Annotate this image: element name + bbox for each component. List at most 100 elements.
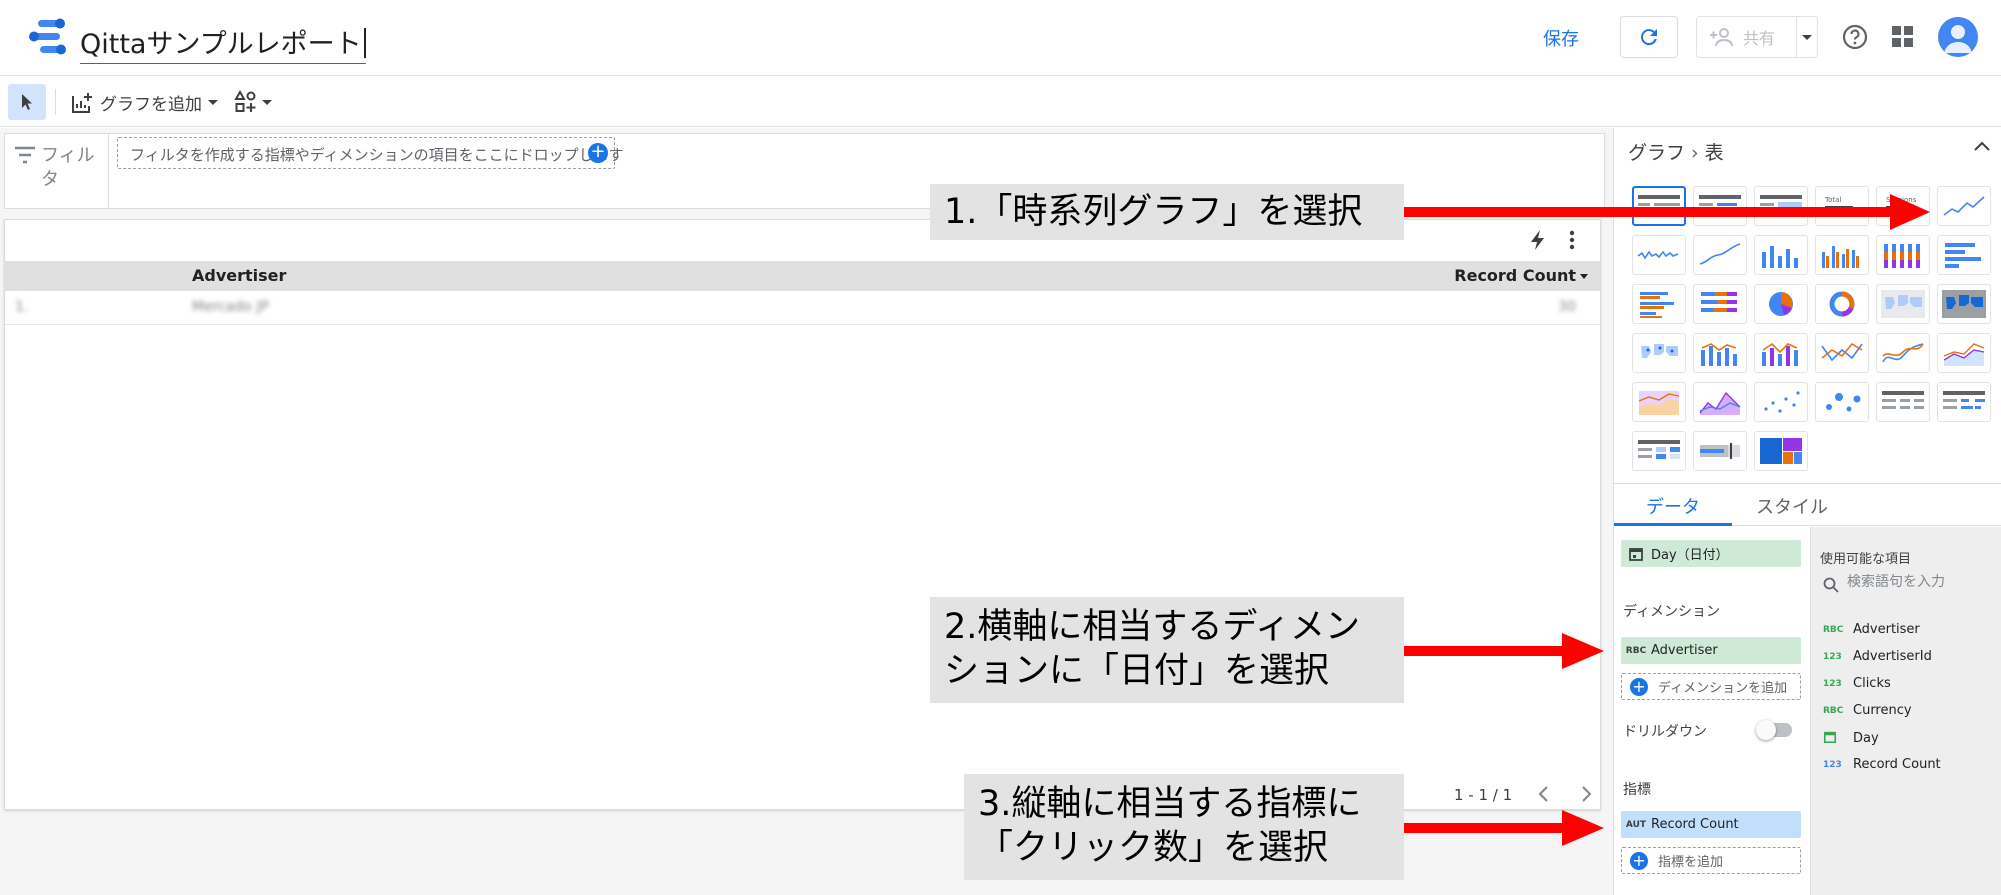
chart-type-bar[interactable] — [1937, 235, 1991, 275]
field-name: Clicks — [1853, 676, 1891, 691]
add-filter-icon[interactable]: + — [588, 143, 608, 163]
user-icon — [1944, 25, 1972, 53]
breadcrumb-chart[interactable]: グラフ — [1628, 142, 1685, 164]
add-chart-button[interactable]: グラフを追加 — [70, 90, 218, 115]
bolt-icon[interactable] — [1530, 230, 1546, 255]
tab-data[interactable]: データ — [1614, 484, 1732, 526]
chart-type-bubble[interactable] — [1815, 382, 1869, 422]
calendar-icon — [1823, 730, 1853, 747]
annotation-step-2-line-1: 2.横軸に相当するディメン — [944, 607, 1360, 647]
tab-style[interactable]: スタイル — [1732, 484, 1852, 526]
chart-type-area[interactable] — [1937, 333, 1991, 373]
app-header: Qittaサンプルレポート 保存 共有 — [0, 0, 2001, 76]
annotation-step-3-line-1: 3.縦軸に相当する指標に — [978, 784, 1362, 824]
chart-type-stacked-column[interactable] — [1876, 235, 1930, 275]
field-type: 123 — [1823, 651, 1842, 662]
column-header-record-count[interactable]: Record Count — [1454, 266, 1576, 285]
chart-type-pie[interactable] — [1754, 284, 1808, 324]
field-name: Advertiser — [1853, 622, 1920, 637]
chart-type-treemap[interactable] — [1754, 431, 1808, 471]
chart-type-geo-map-filled[interactable] — [1937, 284, 1991, 324]
date-range-dimension-label: Day（日付） — [1651, 548, 1729, 563]
cell-advertiser: Mercado JP — [192, 299, 269, 315]
share-dropdown[interactable] — [1797, 34, 1817, 40]
drilldown-toggle[interactable] — [1756, 720, 1792, 740]
chart-type-grouped-column[interactable] — [1815, 235, 1869, 275]
add-dimension-button[interactable]: + ディメンションを追加 — [1621, 673, 1801, 700]
chevron-left-icon[interactable] — [1537, 785, 1549, 808]
apps-grid-icon[interactable] — [1892, 26, 1914, 48]
chart-type-stacked-bar[interactable] — [1693, 284, 1747, 324]
table-chart[interactable]: Advertiser Record Count 1. Mercado JP 30… — [4, 219, 1601, 810]
annotation-step-1-text: 1.「時系列グラフ」を選択 — [944, 192, 1363, 232]
avatar[interactable] — [1938, 17, 1978, 57]
chevron-right-icon: › — [1691, 142, 1699, 164]
date-range-dimension-chip[interactable]: Day（日付） — [1621, 540, 1801, 567]
chart-type-smoothed-time-series[interactable] — [1693, 235, 1747, 275]
field-name: Currency — [1853, 703, 1912, 718]
report-title[interactable]: Qittaサンプルレポート — [80, 22, 366, 64]
chart-type-bullet[interactable] — [1693, 431, 1747, 471]
help-icon[interactable] — [1842, 24, 1868, 50]
add-component-button[interactable] — [234, 90, 272, 114]
chart-type-pivot-table-heatmap[interactable] — [1632, 431, 1686, 471]
chart-type-column[interactable] — [1754, 235, 1808, 275]
filter-label: フィルタ — [41, 145, 95, 190]
chart-type-smoothed-line[interactable] — [1876, 333, 1930, 373]
chart-type-stacked-combo[interactable] — [1754, 333, 1808, 373]
chart-type-grouped-bar[interactable] — [1632, 284, 1686, 324]
filter-drop-zone[interactable]: フィルタを作成する指標やディメンションの項目をここにドロップします + — [117, 137, 624, 169]
chart-type-google-maps[interactable] — [1632, 333, 1686, 373]
annotation-arrow-1 — [1404, 194, 1930, 230]
breadcrumb: グラフ › 表 — [1628, 138, 1724, 165]
field-item-currency[interactable]: RBC Currency — [1823, 703, 1912, 718]
field-item-clicks[interactable]: 123 Clicks — [1823, 676, 1891, 691]
refresh-button[interactable] — [1620, 16, 1678, 58]
dimension-chip-type: RBC — [1625, 645, 1647, 656]
field-item-advertiserid[interactable]: 123 AdvertiserId — [1823, 649, 1932, 664]
chart-type-geo-map[interactable] — [1876, 284, 1930, 324]
field-item-record-count[interactable]: 123 Record Count — [1823, 757, 1941, 772]
chart-type-line[interactable] — [1815, 333, 1869, 373]
sort-desc-icon[interactable] — [1580, 274, 1588, 279]
chart-type-stacked-area[interactable] — [1632, 382, 1686, 422]
field-name: Day — [1853, 731, 1879, 746]
data-studio-logo-icon[interactable] — [28, 18, 68, 56]
field-search-input[interactable] — [1847, 574, 1997, 590]
save-button[interactable]: 保存 — [1543, 25, 1579, 51]
metric-section-label: 指標 — [1623, 782, 1651, 798]
properties-panel: グラフ›表 Total Sessions — [1613, 128, 2001, 895]
refresh-icon — [1641, 29, 1657, 46]
chevron-up-icon[interactable] — [1973, 140, 1991, 152]
field-item-day[interactable]: Day — [1823, 730, 1879, 747]
more-vertical-icon[interactable] — [1569, 230, 1575, 250]
drilldown-label: ドリルダウン — [1623, 724, 1707, 740]
share-label: 共有 — [1743, 29, 1776, 48]
chart-type-scatter[interactable] — [1754, 382, 1808, 422]
table-row[interactable]: 1. Mercado JP 30 — [5, 291, 1600, 325]
select-tool-button[interactable] — [8, 84, 46, 120]
metric-chip-record-count[interactable]: AUT Record Count — [1621, 811, 1801, 838]
annotation-step-2-line-2: ションに「日付」を選択 — [944, 651, 1330, 691]
add-metric-button[interactable]: + 指標を追加 — [1621, 847, 1801, 874]
column-header-advertiser[interactable]: Advertiser — [192, 266, 286, 285]
add-icon: + — [1630, 677, 1648, 696]
field-item-advertiser[interactable]: RBC Advertiser — [1823, 622, 1920, 637]
filter-icon — [15, 146, 35, 164]
table-header: Advertiser Record Count — [5, 261, 1600, 291]
add-chart-icon — [72, 92, 92, 113]
chevron-down-icon — [208, 100, 218, 105]
edit-toolbar: グラフを追加 — [0, 77, 2001, 127]
chart-type-donut[interactable] — [1815, 284, 1869, 324]
chart-type-pivot-table[interactable] — [1876, 382, 1930, 422]
chart-type-sparkline[interactable] — [1632, 235, 1686, 275]
chart-type-time-series[interactable] — [1937, 186, 1991, 226]
share-button[interactable]: 共有 — [1696, 16, 1818, 58]
chart-type-100-stacked-area[interactable] — [1693, 382, 1747, 422]
add-person-icon — [1710, 28, 1733, 47]
chart-type-combo[interactable] — [1693, 333, 1747, 373]
dimension-chip-advertiser[interactable]: RBC Advertiser — [1621, 637, 1801, 664]
chevron-down-icon — [262, 99, 272, 105]
chart-type-pivot-table-bars[interactable] — [1937, 382, 1991, 422]
chevron-right-icon[interactable] — [1581, 785, 1593, 808]
